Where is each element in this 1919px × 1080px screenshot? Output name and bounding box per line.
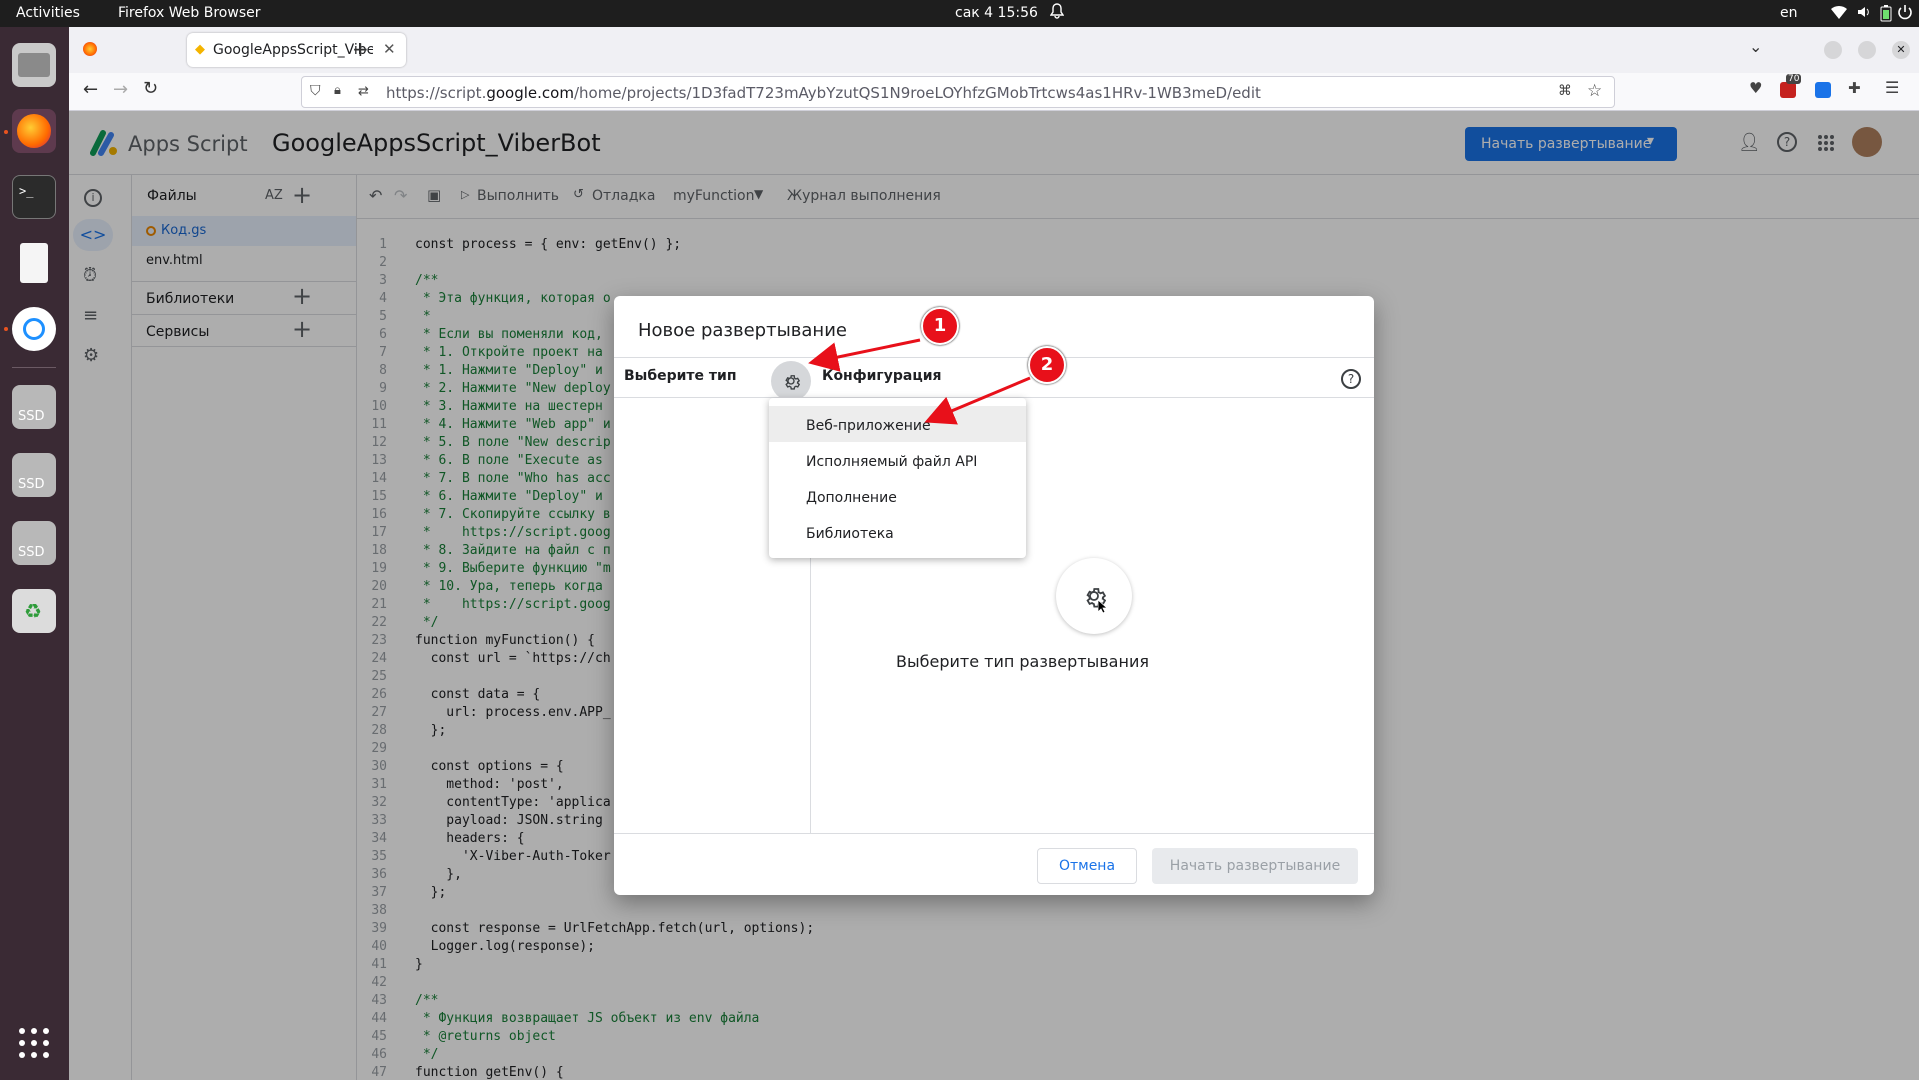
annotation-arrow-2 — [924, 376, 1031, 425]
annotation-marker-1: 1 — [921, 307, 959, 345]
annotation-marker-2: 2 — [1028, 346, 1066, 384]
annotation-arrow-1 — [808, 338, 921, 372]
annotation-arrows — [808, 338, 1031, 425]
